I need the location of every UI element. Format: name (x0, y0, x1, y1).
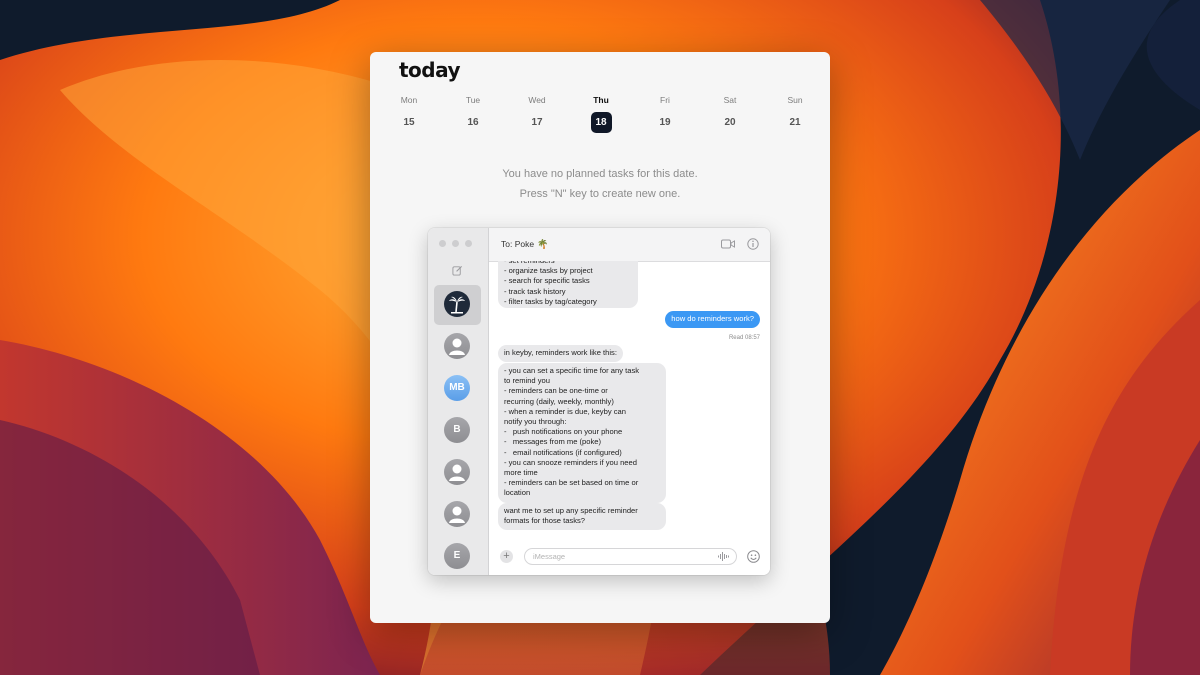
day-date: 19 (659, 117, 671, 128)
add-icon: + (503, 550, 510, 562)
conversation-contact[interactable]: MB (434, 369, 481, 409)
day-sat[interactable]: Sat 20 (705, 95, 755, 133)
day-name: Thu (593, 95, 609, 105)
day-name: Tue (465, 95, 481, 105)
app-title: today (399, 58, 461, 82)
avatar: B (444, 417, 470, 443)
day-name: Wed (528, 95, 546, 105)
window-zoom-button[interactable] (465, 240, 472, 247)
avatar (444, 333, 470, 359)
conversation-contact[interactable] (434, 495, 481, 535)
day-date: 17 (531, 117, 543, 128)
day-thu-selected[interactable]: Thu 18 (576, 95, 626, 133)
message-composer: + (489, 539, 770, 575)
recipient-field[interactable]: To: Poke 🌴 (501, 239, 548, 250)
message-bubble-incoming: in keyby, reminders work like this: (498, 345, 623, 363)
day-name: Mon (400, 95, 418, 105)
info-icon[interactable] (747, 238, 759, 250)
day-date: 16 (467, 117, 479, 128)
waveform-icon[interactable] (718, 552, 729, 561)
day-date: 21 (789, 117, 801, 128)
day-tue[interactable]: Tue 16 (448, 95, 498, 133)
add-attachment-button[interactable]: + (500, 550, 513, 563)
person-icon (449, 338, 465, 355)
conversation-contact[interactable] (434, 327, 481, 367)
day-date: 18 (590, 112, 612, 133)
day-fri[interactable]: Fri 19 (640, 95, 690, 133)
conversation-sidebar: MB B E (428, 228, 489, 575)
day-sun[interactable]: Sun 21 (770, 95, 820, 133)
video-icon[interactable] (721, 239, 735, 249)
message-thread: - set reminders - organize tasks by proj… (489, 261, 770, 539)
palm-tree-icon (449, 296, 465, 314)
avatar: MB (444, 375, 470, 401)
conversation-poke[interactable] (434, 285, 481, 325)
day-name: Sun (787, 95, 803, 105)
message-bubble-incoming: - set reminders - organize tasks by proj… (498, 261, 638, 308)
week-strip: Mon 15 Tue 16 Wed 17 Thu 18 Fri 19 Sat 2… (376, 95, 824, 133)
conversation-contact[interactable] (434, 453, 481, 493)
avatar (444, 291, 470, 317)
messages-window: MB B E To: Poke 🌴 - organize tasks by pr… (428, 228, 770, 575)
compose-icon[interactable] (452, 265, 463, 276)
day-name: Fri (660, 95, 670, 105)
read-receipt: Read 08:57 (728, 335, 760, 341)
today-app-window: today Mon 15 Tue 16 Wed 17 Thu 18 Fri 19… (370, 52, 830, 623)
to-label: To: (501, 239, 513, 249)
message-bubble-incoming: - you can set a specific time for any ta… (498, 363, 666, 503)
day-date: 20 (724, 117, 736, 128)
imessage-input[interactable] (524, 548, 737, 565)
conversation-contact[interactable]: E (434, 537, 481, 575)
emoji-icon[interactable] (747, 550, 760, 563)
person-icon (449, 506, 465, 523)
message-bubble-outgoing: how do reminders work? (665, 311, 760, 329)
person-icon (449, 464, 465, 481)
day-name: Sat (723, 95, 737, 105)
conversation-contact[interactable]: B (434, 411, 481, 451)
avatar (444, 459, 470, 485)
empty-state-message: You have no planned tasks for this date. (502, 168, 698, 180)
day-mon[interactable]: Mon 15 (384, 95, 434, 133)
message-bubble-incoming: want me to set up any specific reminder … (498, 503, 666, 531)
day-date: 15 (403, 117, 415, 128)
avatar (444, 501, 470, 527)
avatar: E (444, 543, 470, 569)
empty-state-hint: Press "N" key to create new one. (519, 188, 681, 200)
recipient-name: Poke (514, 239, 535, 249)
day-wed[interactable]: Wed 17 (512, 95, 562, 133)
palm-tree-icon: 🌴 (537, 239, 549, 249)
window-close-button[interactable] (439, 240, 446, 247)
conversation-header: To: Poke 🌴 (489, 228, 770, 262)
window-minimize-button[interactable] (452, 240, 459, 247)
